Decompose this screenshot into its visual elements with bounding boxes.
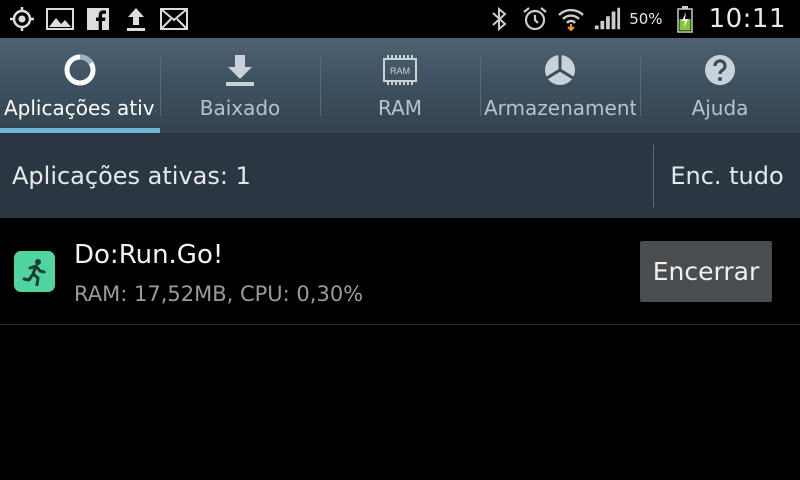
- active-apps-ring-icon: [62, 50, 98, 90]
- bluetooth-icon: [485, 5, 513, 33]
- help-icon: [702, 50, 738, 90]
- ram-chip-text: RAM: [390, 66, 410, 76]
- active-apps-count: Aplicações ativas: 1: [12, 161, 251, 190]
- upload-icon: [122, 5, 150, 33]
- end-all-button[interactable]: Enc. tudo: [654, 162, 800, 190]
- gps-icon: [8, 5, 36, 33]
- tab-label: Aplicações ativas: [4, 96, 156, 120]
- tab-label: Ajuda: [691, 96, 749, 120]
- tab-label: Baixado: [199, 96, 281, 120]
- tab-ram[interactable]: RAM RAM: [320, 38, 480, 133]
- image-icon: [46, 5, 74, 33]
- battery-charging-icon: [671, 5, 699, 33]
- tab-help[interactable]: Ajuda: [640, 38, 800, 133]
- storage-pie-icon: [542, 50, 578, 90]
- tab-label: RAM: [377, 96, 423, 120]
- battery-percent: 50%: [629, 10, 663, 28]
- runner-icon: [14, 251, 55, 292]
- download-icon: [223, 50, 257, 90]
- app-name: Do:Run.Go!: [74, 240, 224, 270]
- app-stats: RAM: 17,52MB, CPU: 0,30%: [74, 282, 364, 306]
- tab-storage[interactable]: Armazenamento: [480, 38, 640, 133]
- tab-active-apps[interactable]: Aplicações ativas: [0, 38, 160, 133]
- email-icon: [160, 5, 188, 33]
- end-app-button[interactable]: Encerrar: [640, 241, 772, 302]
- clock: 10:11: [708, 4, 786, 34]
- alarm-icon: [521, 5, 549, 33]
- ram-chip-icon: RAM: [381, 50, 419, 90]
- status-bar: 50% 10:11: [0, 0, 800, 38]
- tab-bar: Aplicações ativas Baixado RAM RAM Armaze…: [0, 38, 800, 133]
- facebook-icon: [84, 5, 112, 33]
- section-header: Aplicações ativas: 1 Enc. tudo: [0, 133, 800, 218]
- tab-label: Armazenamento: [484, 96, 636, 120]
- signal-icon: [593, 5, 621, 33]
- list-item: Do:Run.Go! RAM: 17,52MB, CPU: 0,30% Ence…: [0, 218, 800, 325]
- tab-downloaded[interactable]: Baixado: [160, 38, 320, 133]
- wifi-icon: [557, 5, 585, 33]
